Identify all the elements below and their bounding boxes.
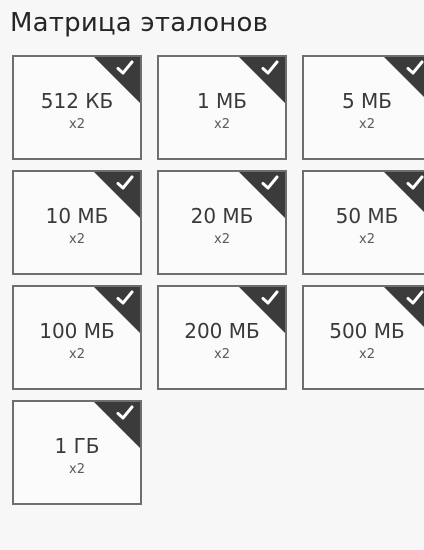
page-title: Матрица эталонов	[10, 8, 269, 38]
tile-count-label: x2	[359, 347, 375, 362]
checkmark-icon	[116, 59, 134, 77]
tile-count-label: x2	[69, 232, 85, 247]
checkmark-icon	[261, 59, 279, 77]
checkmark-icon	[116, 289, 134, 307]
tile-10mb[interactable]: 10 МБ x2	[12, 170, 142, 275]
tile-count-label: x2	[214, 232, 230, 247]
tile-size-label: 1 ГБ	[54, 434, 100, 458]
tile-500mb[interactable]: 500 МБ x2	[302, 285, 424, 390]
tile-count-label: x2	[359, 232, 375, 247]
checkmark-icon	[406, 59, 424, 77]
tile-512kb[interactable]: 512 КБ x2	[12, 55, 142, 160]
tile-size-label: 100 МБ	[39, 319, 115, 343]
tile-size-label: 500 МБ	[329, 319, 405, 343]
tile-size-label: 512 КБ	[40, 89, 114, 113]
tile-1mb[interactable]: 1 МБ x2	[157, 55, 287, 160]
tile-200mb[interactable]: 200 МБ x2	[157, 285, 287, 390]
tile-count-label: x2	[69, 117, 85, 132]
tile-count-label: x2	[69, 462, 85, 477]
tile-size-label: 200 МБ	[184, 319, 260, 343]
checkmark-icon	[406, 289, 424, 307]
tile-20mb[interactable]: 20 МБ x2	[157, 170, 287, 275]
tile-5mb[interactable]: 5 МБ x2	[302, 55, 424, 160]
tile-count-label: x2	[69, 347, 85, 362]
tile-size-label: 10 МБ	[45, 204, 109, 228]
checkmark-icon	[406, 174, 424, 192]
tile-size-label: 20 МБ	[190, 204, 254, 228]
tile-grid: 512 КБ x2 1 МБ x2 5 МБ x2 10 МБ x2 20 МБ…	[12, 55, 424, 505]
benchmark-matrix-panel: Матрица эталонов 512 КБ x2 1 МБ x2 5 МБ …	[0, 0, 424, 550]
tile-count-label: x2	[214, 117, 230, 132]
checkmark-icon	[261, 174, 279, 192]
tile-size-label: 1 МБ	[196, 89, 248, 113]
tile-count-label: x2	[214, 347, 230, 362]
checkmark-icon	[261, 289, 279, 307]
checkmark-icon	[116, 404, 134, 422]
checkmark-icon	[116, 174, 134, 192]
tile-size-label: 5 МБ	[341, 89, 393, 113]
tile-50mb[interactable]: 50 МБ x2	[302, 170, 424, 275]
tile-count-label: x2	[359, 117, 375, 132]
tile-100mb[interactable]: 100 МБ x2	[12, 285, 142, 390]
tile-1gb[interactable]: 1 ГБ x2	[12, 400, 142, 505]
tile-size-label: 50 МБ	[335, 204, 399, 228]
